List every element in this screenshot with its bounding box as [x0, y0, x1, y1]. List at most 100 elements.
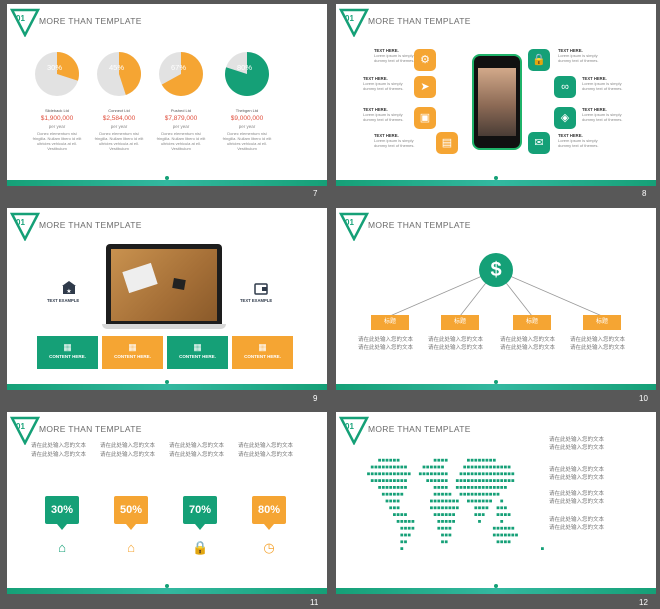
map-dot — [441, 513, 444, 516]
node-title[interactable]: 标题 — [441, 315, 479, 330]
map-dot — [485, 479, 489, 482]
map-dot — [448, 513, 452, 516]
mail-icon[interactable]: ✉ — [528, 132, 550, 154]
map-dot — [481, 465, 485, 469]
map-dot — [404, 513, 407, 516]
map-dot — [485, 506, 489, 510]
content-box[interactable]: ▦ CONTENT HERE. — [102, 336, 163, 369]
footer-bar — [336, 180, 656, 186]
slide-number-11: 11 — [310, 598, 319, 607]
map-dot — [433, 458, 437, 462]
column-text-2: 请在此处输入您的文本 — [100, 452, 156, 458]
map-text-line: 请在此处输入您的文本 — [549, 475, 605, 481]
map-dot — [367, 472, 370, 476]
map-dot — [404, 533, 407, 537]
map-dot — [500, 479, 504, 482]
map-dot — [448, 492, 452, 496]
map-dot — [448, 520, 452, 523]
map-dot — [444, 533, 448, 537]
map-dot — [426, 472, 430, 476]
basket-icon[interactable]: ▣ — [414, 107, 436, 129]
content-box[interactable]: ▦ CONTENT HERE. — [37, 336, 98, 369]
badge-pointer — [264, 524, 274, 530]
map-dot — [481, 513, 485, 516]
map-dot — [474, 513, 478, 516]
pie-caption: Slideback Ltd $1,900,000 per year Donec ele… — [30, 108, 84, 151]
node-title[interactable]: 标题 — [513, 315, 551, 330]
badge-pointer — [126, 524, 136, 530]
company-value: $7,879,000 — [164, 115, 198, 122]
map-dot — [474, 492, 478, 496]
map-dot — [463, 465, 467, 469]
link-icon[interactable]: ∞ — [554, 76, 576, 98]
company-description: Donec elementum nisi fringilla. Nullam l… — [94, 131, 144, 151]
map-dot — [504, 513, 507, 516]
content-box[interactable]: ▦ CONTENT HERE. — [167, 336, 228, 369]
lock-icon[interactable]: 🔒 — [528, 49, 550, 71]
slide-number-10: 10 — [639, 394, 648, 403]
map-dot — [492, 486, 496, 489]
slide-11[interactable]: 01 MORE THAN TEMPLATE 请在此处输入您的文本 请在此处输入您的… — [7, 412, 327, 594]
slide-8[interactable]: 01 MORE THAN TEMPLATE ⚙ TEXT HERE. Lorem i… — [336, 4, 656, 186]
map-dot — [441, 506, 444, 510]
map-dot — [452, 520, 455, 523]
node-text-1: 请在此处输入您的文本 — [500, 337, 556, 343]
footer-bar — [336, 588, 656, 594]
map-dot — [481, 506, 485, 510]
map-dot — [478, 520, 481, 523]
slide-title: MORE THAN TEMPLATE — [39, 424, 142, 434]
laptop — [102, 244, 226, 330]
triangle-logo-icon — [10, 212, 40, 241]
map-dot — [467, 472, 470, 476]
map-dot — [393, 479, 396, 482]
slide-9[interactable]: 01 MORE THAN TEMPLATE ★ TEXT EXAMPLE TEX… — [7, 208, 327, 390]
map-dot — [437, 520, 441, 523]
pie-caption: Connect Ltd $2,584,000 per year Donec eleme… — [92, 108, 146, 151]
map-dot — [507, 479, 511, 482]
slide-number-7: 7 — [313, 189, 318, 198]
map-dot — [441, 499, 444, 503]
footer-bar — [336, 384, 656, 390]
map-dot — [485, 465, 489, 469]
map-dot — [381, 465, 385, 469]
map-dot — [385, 479, 389, 482]
node-text-1: 请在此处输入您的文本 — [358, 337, 414, 343]
map-dot — [444, 506, 448, 510]
pointer-icon[interactable]: ➤ — [414, 76, 436, 98]
house-icon: ⌂ — [58, 540, 66, 555]
map-dot — [492, 479, 496, 482]
slide-10[interactable]: 01 MORE THAN TEMPLATE $ 标题 请在此处输入您的文本 请在此处… — [336, 208, 656, 390]
map-dot — [500, 526, 504, 530]
map-dot — [389, 465, 393, 469]
clock-icon: ◷ — [263, 540, 275, 555]
map-dot — [492, 458, 496, 462]
store-icon: ★ — [62, 281, 76, 295]
map-dot — [496, 513, 500, 516]
percent-badge: 80% — [252, 496, 286, 524]
node-title[interactable]: 标题 — [583, 315, 621, 330]
map-dot — [437, 479, 441, 482]
wallet-icon[interactable]: ▤ — [436, 132, 458, 154]
map-dot — [389, 458, 393, 462]
feature-text-left: TEXT HERE. Lorem ipsum is simply dummy te… — [374, 133, 418, 148]
map-dot — [500, 533, 504, 537]
map-dot — [400, 472, 404, 476]
map-dot — [400, 479, 404, 482]
map-dot — [389, 492, 393, 496]
map-dot — [478, 513, 481, 516]
content-box[interactable]: ▦ CONTENT HERE. — [232, 336, 293, 369]
period-label: per year — [172, 124, 190, 129]
map-dot — [511, 526, 515, 530]
map-dot — [374, 479, 378, 482]
slide-7[interactable]: 01 MORE THAN TEMPLATE 30% 45% 67% 80% Slide… — [7, 4, 327, 186]
map-dot — [393, 465, 396, 469]
slide-12[interactable]: 01 MORE THAN TEMPLATE 请在此处输入您的文本 请在此处输入您的… — [336, 412, 656, 594]
map-dot — [441, 533, 444, 537]
tag-icon[interactable]: ◈ — [554, 107, 576, 129]
dollar-icon: $ — [479, 253, 513, 287]
map-dot — [396, 486, 400, 489]
map-dot — [444, 520, 448, 523]
map-dot — [485, 472, 489, 476]
footer-bar — [7, 588, 327, 594]
node-title[interactable]: 标题 — [371, 315, 409, 330]
